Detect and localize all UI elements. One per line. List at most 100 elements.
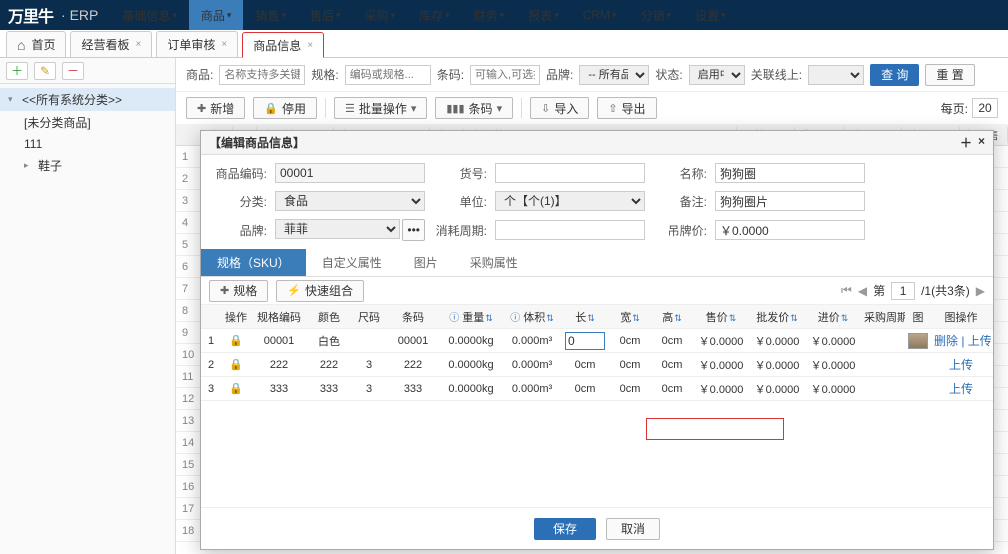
link-select[interactable] — [808, 65, 864, 85]
sku-action-link[interactable]: 上传 — [949, 382, 973, 396]
menu-2[interactable]: 销售▾ — [243, 0, 298, 30]
export-icon: ⇧ — [608, 102, 617, 115]
add-button[interactable]: ✚新增 — [186, 97, 245, 119]
close-icon[interactable]: × — [307, 40, 313, 51]
name-input[interactable] — [715, 163, 865, 183]
menu-4[interactable]: 采购▾ — [353, 0, 408, 30]
sku-col-6[interactable]: ⓘ 重量⇅ — [439, 309, 503, 325]
sku-lock-icon[interactable]: 🔒 — [221, 334, 251, 347]
brand-select-modal[interactable]: 菲菲 — [275, 219, 400, 239]
disable-button[interactable]: 🔒停用 — [253, 97, 317, 119]
cycle-input[interactable] — [495, 220, 645, 240]
spec-label: 规格: — [311, 66, 338, 83]
tagprice-input[interactable] — [715, 220, 865, 240]
menu-9[interactable]: 分销▾ — [629, 0, 684, 30]
modal-titlebar: 【编辑商品信息】 ＋ × — [201, 131, 993, 155]
cancel-button[interactable]: 取消 — [606, 518, 660, 540]
sku-actions: 上传 — [931, 356, 991, 373]
menu-10[interactable]: 设置▾ — [683, 0, 738, 30]
unit-select[interactable]: 个【个(1)】 — [495, 191, 645, 211]
status-select[interactable]: 启用中 — [689, 65, 745, 85]
cat-select[interactable]: 食品 — [275, 191, 425, 211]
tab-0[interactable]: 经营看板× — [70, 31, 152, 57]
pager-page-input[interactable] — [891, 282, 915, 300]
sku-size: 3 — [351, 383, 387, 395]
pager-next-icon[interactable]: ▶ — [976, 284, 985, 298]
separator — [325, 98, 326, 118]
close-icon[interactable]: × — [136, 39, 142, 50]
sku-add-button[interactable]: ✚规格 — [209, 280, 268, 302]
pager-prev-icon[interactable]: ◀ — [858, 284, 867, 298]
sku-quick-button[interactable]: ⚡快速组合 — [276, 280, 364, 302]
tab-2[interactable]: 商品信息× — [242, 32, 324, 58]
sku-color: 333 — [307, 383, 351, 395]
sku-col-9[interactable]: 宽⇅ — [609, 309, 651, 325]
tree-item-2[interactable]: ▸鞋子 — [0, 154, 175, 177]
export-button[interactable]: ⇧导出 — [597, 97, 656, 119]
save-button[interactable]: 保存 — [534, 518, 596, 540]
sku-body: 1🔒00001白色000010.0000kg0.000m³0cm0cm￥0.00… — [201, 329, 993, 401]
brand-more-button[interactable]: ••• — [402, 219, 425, 241]
brand-select[interactable]: -- 所有品牌 -- — [579, 65, 649, 85]
sku-col-16: 图操作 — [931, 309, 991, 325]
menu-5[interactable]: 库存▾ — [407, 0, 462, 30]
tab-1[interactable]: 订单审核× — [156, 31, 238, 57]
sku-action-link[interactable]: 上传 — [949, 358, 973, 372]
tree-delete-button[interactable]: － — [62, 62, 84, 80]
barcode-button[interactable]: ▮▮▮条码▾ — [435, 97, 513, 119]
pager-first-icon[interactable]: ⏮ — [841, 283, 852, 298]
close-icon[interactable]: × — [221, 39, 227, 50]
tree-edit-button[interactable]: ✎ — [34, 62, 56, 80]
sku-col-4: 尺码 — [351, 309, 387, 325]
save-label: 保存 — [553, 520, 577, 537]
subtab-1[interactable]: 自定义属性 — [306, 249, 398, 276]
sku-price: ￥0.0000 — [693, 333, 749, 349]
sku-lock-icon[interactable]: 🔒 — [221, 382, 251, 395]
tree-root-label: <<所有系统分类>> — [22, 91, 122, 108]
sku-lock-icon[interactable]: 🔒 — [221, 358, 251, 371]
menu-1[interactable]: 商品▾ — [189, 0, 244, 30]
barcode-input[interactable] — [470, 65, 540, 85]
subtab-2[interactable]: 图片 — [398, 249, 454, 276]
menu-8[interactable]: CRM▾ — [571, 0, 629, 30]
remark-label: 备注: — [653, 193, 707, 210]
sku-col-11[interactable]: 售价⇅ — [693, 309, 749, 325]
sku-col-12[interactable]: 批发价⇅ — [749, 309, 805, 325]
sku-col-13[interactable]: 进价⇅ — [805, 309, 861, 325]
menu-6[interactable]: 财务▾ — [462, 0, 517, 30]
subtab-0[interactable]: 规格（SKU） — [201, 249, 306, 276]
sku-col-8[interactable]: 长⇅ — [561, 309, 609, 325]
tree-item-1[interactable]: 111 — [0, 134, 175, 154]
remark-input[interactable] — [715, 191, 865, 211]
sku-add-label: 规格 — [233, 282, 257, 299]
menu-0[interactable]: 基础信息▾ — [110, 0, 189, 30]
perpage-input[interactable] — [972, 98, 998, 118]
import-button[interactable]: ⇩导入 — [530, 97, 589, 119]
tree-root[interactable]: ▾ <<所有系统分类>> — [0, 88, 175, 111]
sku-action-link[interactable]: 删除 | 上传 — [934, 334, 991, 348]
menu-3[interactable]: 售后▾ — [298, 0, 353, 30]
length-input[interactable] — [565, 332, 605, 350]
product-input[interactable] — [219, 65, 305, 85]
sku-col-10[interactable]: 高⇅ — [651, 309, 693, 325]
spec-input[interactable] — [345, 65, 431, 85]
modal-close-icon[interactable]: × — [978, 134, 985, 151]
subtab-3[interactable]: 采购属性 — [454, 249, 534, 276]
modal-expand-icon[interactable]: ＋ — [960, 134, 972, 151]
itemno-input[interactable] — [495, 163, 645, 183]
sku-col-2: 规格编码 — [251, 309, 307, 325]
tab-home[interactable]: ⌂ 首页 — [6, 31, 66, 57]
sku-wholesale: ￥0.0000 — [749, 357, 805, 373]
search-button-label: 查 询 — [881, 66, 908, 83]
sku-thumb — [905, 333, 931, 349]
batch-button[interactable]: ☰批量操作▾ — [334, 97, 427, 119]
menu-7[interactable]: 报表▾ — [516, 0, 571, 30]
sku-col-7[interactable]: ⓘ 体积⇅ — [503, 309, 561, 325]
code-input[interactable] — [275, 163, 425, 183]
pager-total: /1(共3条) — [921, 282, 970, 299]
tree-add-button[interactable]: ＋ — [6, 62, 28, 80]
search-button[interactable]: 查 询 — [870, 64, 919, 86]
brand-label: 品牌: — [546, 66, 573, 83]
reset-button[interactable]: 重 置 — [925, 64, 974, 86]
tree-item-0[interactable]: [未分类商品] — [0, 111, 175, 134]
